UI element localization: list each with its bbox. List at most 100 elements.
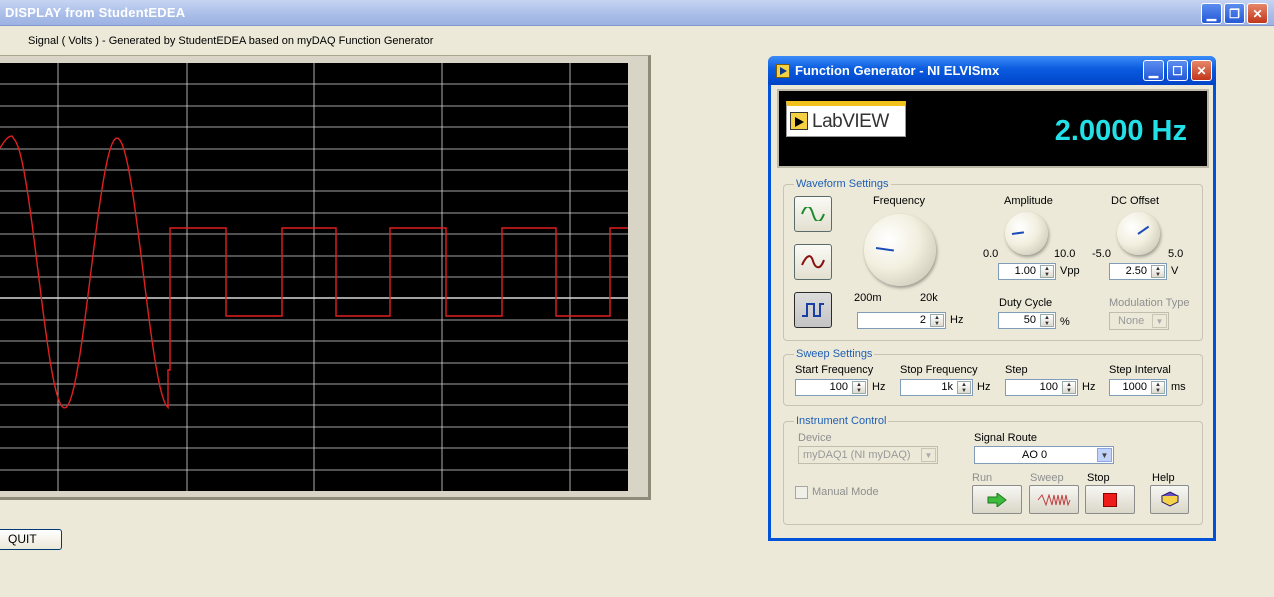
frequency-min-label: 200m: [854, 292, 882, 304]
modulation-type-select[interactable]: None ▼: [1109, 312, 1169, 330]
labview-icon: [790, 112, 808, 130]
help-button[interactable]: [1150, 485, 1189, 514]
help-book-icon: [1160, 490, 1179, 507]
quit-button[interactable]: QUIT: [0, 529, 62, 550]
frequency-knob[interactable]: [864, 214, 936, 286]
frequency-max-label: 20k: [920, 292, 938, 304]
frequency-display: LabVIEW 2.0000 Hz: [777, 89, 1209, 168]
sweep-button[interactable]: [1029, 485, 1079, 514]
spin-arrows-icon[interactable]: ▲ ▼: [1040, 265, 1054, 278]
labview-app-icon: [776, 64, 790, 78]
manual-mode-label: Manual Mode: [812, 486, 879, 498]
step-interval-unit: ms: [1171, 381, 1186, 393]
frequency-input[interactable]: 2 ▲ ▼: [857, 312, 946, 329]
spin-arrows-icon[interactable]: ▲ ▼: [1151, 381, 1165, 394]
main-title-bar[interactable]: DISPLAY from StudentEDEA ▁ ❐ ✕: [0, 0, 1274, 26]
amplitude-input[interactable]: 1.00 ▲ ▼: [998, 263, 1056, 280]
triangle-wave-icon: [801, 255, 825, 269]
run-label: Run: [972, 472, 993, 484]
stop-frequency-label: Stop Frequency: [900, 364, 978, 376]
dc-offset-value: 2.50: [1125, 265, 1147, 277]
help-label: Help: [1152, 472, 1175, 484]
fg-window-title: Function Generator - NI ELVISmx: [795, 63, 1000, 78]
amplitude-label: Amplitude: [1004, 195, 1053, 207]
maximize-icon: ☐: [1172, 63, 1183, 78]
square-wave-icon: [802, 303, 824, 317]
frequency-readout: 2.0000 Hz: [1054, 115, 1187, 147]
restore-button[interactable]: ❐: [1224, 3, 1245, 24]
start-frequency-unit: Hz: [872, 381, 886, 393]
step-unit: Hz: [1082, 381, 1096, 393]
modulation-type-label: Modulation Type: [1109, 297, 1190, 309]
stop-frequency-value: 1k: [941, 381, 953, 393]
spin-arrows-icon[interactable]: ▲ ▼: [852, 381, 866, 394]
square-wave-button[interactable]: [794, 292, 832, 328]
amplitude-unit: Vpp: [1060, 265, 1080, 277]
amplitude-value: 1.00: [1014, 265, 1036, 277]
function-generator-window: Function Generator - NI ELVISmx ▁ ☐ ✕ La…: [768, 56, 1216, 541]
device-select[interactable]: myDAQ1 (NI myDAQ) ▼: [798, 446, 938, 464]
minimize-icon: ▁: [1206, 6, 1217, 21]
frequency-knob-indicator: [875, 247, 894, 252]
start-frequency-input[interactable]: 100 ▲ ▼: [795, 379, 868, 396]
spin-arrows-icon[interactable]: ▲ ▼: [1151, 265, 1165, 278]
device-label: Device: [798, 432, 832, 444]
arrow-right-icon: [987, 492, 1007, 507]
spin-arrows-icon[interactable]: ▲ ▼: [1062, 381, 1076, 394]
stop-frequency-unit: Hz: [977, 381, 991, 393]
restore-icon: ❐: [1229, 6, 1240, 21]
step-interval-input[interactable]: 1000 ▲ ▼: [1109, 379, 1167, 396]
duty-cycle-unit: %: [1060, 316, 1070, 328]
chevron-down-icon: ▼: [1152, 314, 1167, 328]
dc-offset-knob-indicator: [1137, 225, 1150, 235]
stop-label: Stop: [1087, 472, 1110, 484]
manual-mode-checkbox[interactable]: [795, 486, 808, 499]
fg-panel: LabVIEW 2.0000 Hz Waveform Settings Freq…: [771, 85, 1213, 538]
waveform-settings-label: Waveform Settings: [794, 178, 891, 190]
duty-cycle-value: 50: [1023, 314, 1036, 326]
minimize-icon: ▁: [1148, 63, 1159, 78]
triangle-wave-button[interactable]: [794, 244, 832, 280]
labview-logo-text: LabVIEW: [812, 111, 889, 132]
amplitude-knob[interactable]: [1005, 212, 1048, 255]
fg-close-button[interactable]: ✕: [1191, 60, 1212, 81]
fg-title-bar[interactable]: Function Generator - NI ELVISmx ▁ ☐ ✕: [768, 56, 1216, 85]
sweep-settings-group: Sweep Settings Start Frequency 100 ▲ ▼ Hz…: [783, 348, 1203, 406]
waveform-graph: [0, 63, 628, 491]
step-value: 100: [1039, 381, 1058, 393]
amplitude-knob-indicator: [1011, 231, 1025, 235]
spin-arrows-icon[interactable]: ▲ ▼: [1040, 314, 1054, 327]
stop-frequency-input[interactable]: 1k ▲ ▼: [900, 379, 973, 396]
spin-arrows-icon[interactable]: ▲ ▼: [930, 314, 944, 327]
close-icon: ✕: [1252, 6, 1263, 21]
step-input[interactable]: 100 ▲ ▼: [1005, 379, 1078, 396]
amplitude-min-label: 0.0: [983, 248, 999, 260]
close-button[interactable]: ✕: [1247, 3, 1268, 24]
sweep-settings-label: Sweep Settings: [794, 348, 875, 360]
frequency-unit: Hz: [950, 314, 964, 326]
spin-arrows-icon[interactable]: ▲ ▼: [957, 381, 971, 394]
run-button[interactable]: [972, 485, 1022, 514]
sweep-wave-icon: [1037, 493, 1071, 506]
signal-route-value: AO 0: [1022, 449, 1048, 461]
start-frequency-label: Start Frequency: [795, 364, 874, 376]
frequency-label: Frequency: [873, 195, 925, 207]
dc-offset-max-label: 5.0: [1168, 248, 1184, 260]
fg-maximize-button[interactable]: ☐: [1167, 60, 1188, 81]
dc-offset-input[interactable]: 2.50 ▲ ▼: [1109, 263, 1167, 280]
stop-square-icon: [1103, 492, 1117, 507]
dc-offset-min-label: -5.0: [1092, 248, 1111, 260]
minimize-button[interactable]: ▁: [1201, 3, 1222, 24]
stop-button[interactable]: [1085, 485, 1135, 514]
duty-cycle-input[interactable]: 50 ▲ ▼: [998, 312, 1056, 329]
signal-route-label: Signal Route: [974, 432, 1037, 444]
fg-minimize-button[interactable]: ▁: [1143, 60, 1164, 81]
instrument-control-group: Instrument Control Device myDAQ1 (NI myD…: [783, 415, 1203, 525]
signal-route-select[interactable]: AO 0 ▼: [974, 446, 1114, 464]
labview-logo: LabVIEW: [786, 101, 906, 137]
dc-offset-unit: V: [1171, 265, 1179, 277]
dc-offset-knob[interactable]: [1117, 212, 1160, 255]
sine-wave-button[interactable]: [794, 196, 832, 232]
sine-wave-icon: [801, 207, 825, 221]
step-label: Step: [1005, 364, 1028, 376]
